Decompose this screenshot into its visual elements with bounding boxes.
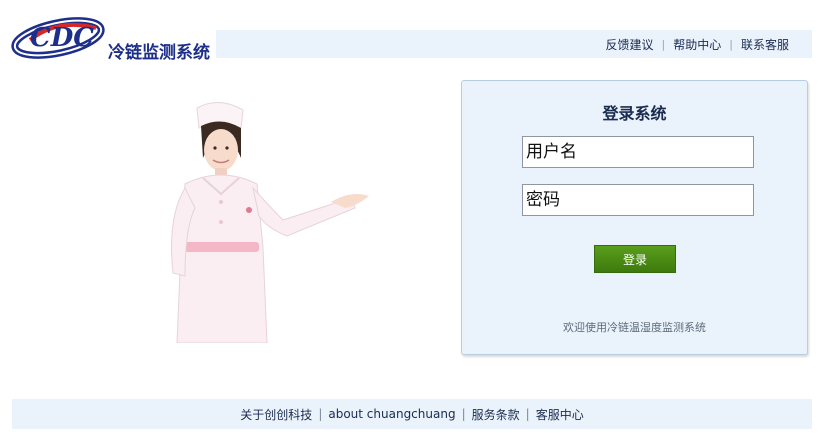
- top-nav: 反馈建议 | 帮助中心 | 联系客服: [598, 30, 797, 58]
- welcome-message: 欢迎使用冷链温湿度监测系统: [563, 321, 706, 334]
- logo-title: 冷链监测系统: [108, 43, 210, 63]
- nav-feedback[interactable]: 反馈建议: [598, 36, 662, 53]
- nav-contact-support[interactable]: 联系客服: [733, 36, 797, 53]
- username-field[interactable]: [522, 136, 754, 168]
- cdc-emblem-icon: CDC: [11, 17, 105, 59]
- logo-letters: CDC: [30, 23, 94, 53]
- login-title: 登录系统: [602, 104, 667, 123]
- top-bar: 反馈建议 | 帮助中心 | 联系客服: [216, 30, 812, 58]
- password-field[interactable]: [522, 184, 754, 216]
- footer-link-about-cn[interactable]: 关于创创科技: [234, 406, 318, 423]
- cdc-logo: CDC 冷链监测系统: [10, 8, 220, 68]
- footer-link-about-en[interactable]: about chuangchuang: [322, 407, 461, 421]
- login-panel: 登录系统 登录 欢迎使用冷链温湿度监测系统: [461, 80, 808, 355]
- login-button[interactable]: 登录: [594, 245, 676, 273]
- footer-link-terms[interactable]: 服务条款: [466, 406, 526, 423]
- nav-help-center[interactable]: 帮助中心: [665, 36, 729, 53]
- footer: 关于创创科技 | about chuangchuang | 服务条款 | 客服中…: [12, 399, 812, 429]
- nurse-illustration: [171, 102, 369, 343]
- footer-link-support-center[interactable]: 客服中心: [530, 406, 590, 423]
